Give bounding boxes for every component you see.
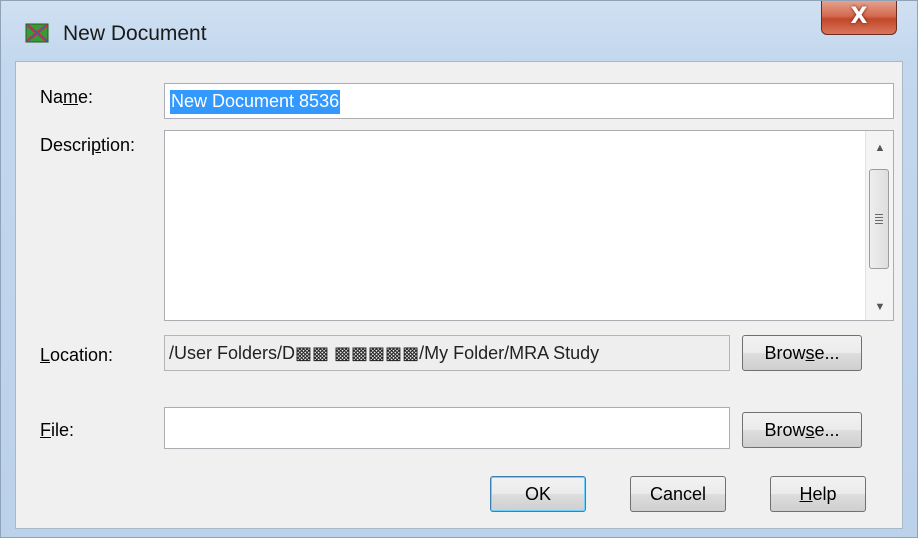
browse-file-button[interactable]: Browse... [742, 412, 862, 448]
name-label: Name: [40, 87, 94, 107]
window-title: New Document [63, 22, 207, 45]
location-field: /User Folders/D▩▩ ▩▩▩▩▩/My Folder/MRA St… [164, 335, 730, 371]
name-input-value: New Document 8536 [170, 90, 341, 114]
description-scrollbar[interactable]: ▲ ▼ [865, 131, 893, 320]
cancel-button[interactable]: Cancel [630, 476, 726, 512]
location-label: Location: [40, 345, 114, 365]
close-button[interactable]: X [821, 1, 897, 35]
description-label: Description: [40, 135, 136, 155]
title-bar[interactable]: New Document X [1, 1, 917, 59]
dialog-body: Name: New Document 8536 Description: ▲ ▼… [15, 61, 903, 529]
file-input[interactable] [164, 407, 730, 449]
browse-location-button[interactable]: Browse... [742, 335, 862, 371]
scroll-thumb[interactable] [869, 169, 889, 269]
file-label: File: [40, 420, 75, 440]
help-button[interactable]: Help [770, 476, 866, 512]
new-document-dialog: New Document X Name: New Document 8536 D… [0, 0, 918, 538]
description-textarea[interactable]: ▲ ▼ [164, 130, 894, 321]
scroll-up-icon[interactable]: ▲ [866, 135, 894, 161]
location-value: /User Folders/D▩▩ ▩▩▩▩▩/My Folder/MRA St… [169, 343, 600, 363]
new-document-app-icon [25, 23, 49, 43]
grip-icon [875, 214, 883, 226]
ok-button[interactable]: OK [490, 476, 586, 512]
scroll-down-icon[interactable]: ▼ [866, 294, 894, 320]
close-icon: X [850, 4, 868, 29]
name-input[interactable]: New Document 8536 [164, 83, 894, 119]
